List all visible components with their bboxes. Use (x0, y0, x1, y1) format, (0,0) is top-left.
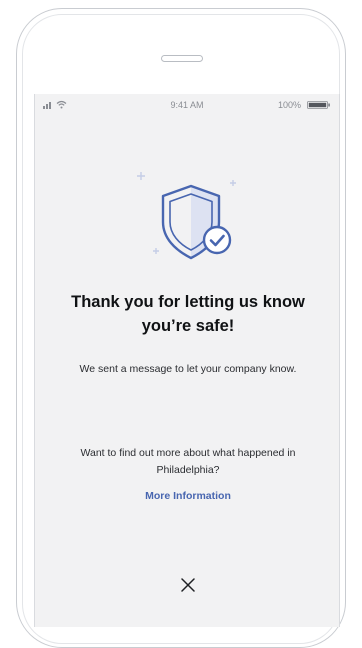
close-button[interactable] (173, 570, 203, 600)
confirmation-title: Thank you for letting us know you’re saf… (71, 293, 305, 335)
shield-check-icon (137, 172, 236, 260)
app-screen: 9:41 AM 100% Thank you for letting us kn… (34, 94, 340, 627)
close-icon (181, 578, 195, 592)
confirmation-message: We sent a message to let your company kn… (79, 363, 297, 375)
phone-speaker (161, 55, 203, 62)
battery-percentage: 100% (277, 100, 301, 110)
follow-up-question: Want to find out more about what happene… (80, 447, 296, 476)
more-information-link[interactable]: More Information (35, 490, 341, 502)
status-bar: 9:41 AM 100% (35, 94, 339, 116)
battery-icon (307, 101, 330, 109)
